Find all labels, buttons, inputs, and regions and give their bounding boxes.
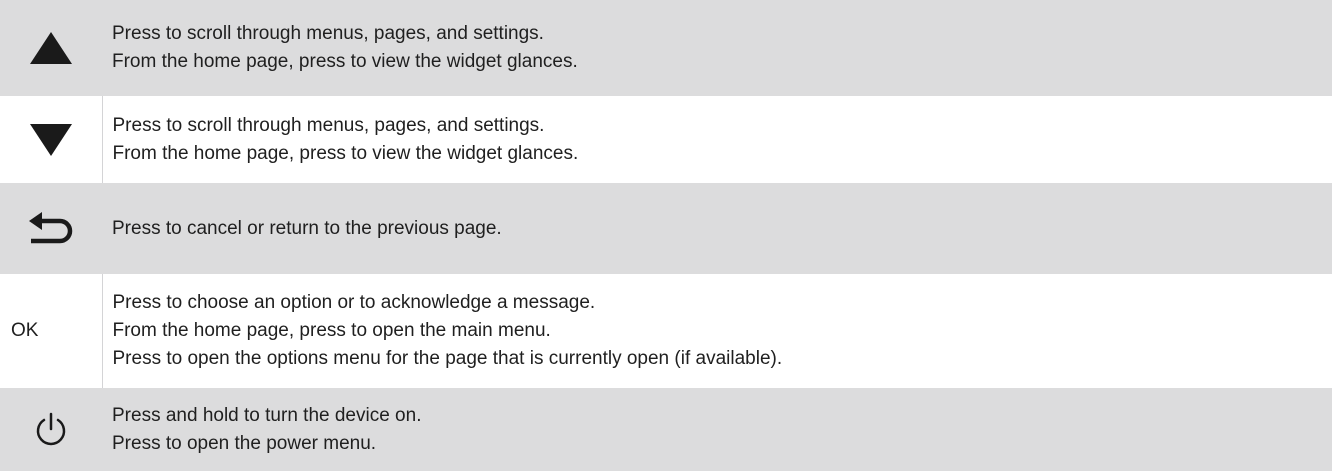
power-icon bbox=[36, 412, 66, 445]
description-line: Press to open the options menu for the p… bbox=[112, 348, 783, 369]
description-line: From the home page, press to view the wi… bbox=[112, 51, 578, 72]
table-row: Press to cancel or return to the previou… bbox=[0, 183, 1332, 274]
key-cell bbox=[0, 96, 103, 183]
table-row: Press and hold to turn the device on. Pr… bbox=[0, 388, 1332, 471]
description-line: Press to scroll through menus, pages, an… bbox=[112, 114, 545, 136]
table-row: OK Press to choose an option or to ackno… bbox=[0, 274, 1332, 388]
description-line: Press to open the power menu. bbox=[112, 432, 377, 454]
description-cell: Press to choose an option or to acknowle… bbox=[102, 274, 1332, 388]
description-cell: Press to scroll through menus, pages, an… bbox=[102, 96, 1332, 183]
button-reference-table: Press to scroll through menus, pages, an… bbox=[0, 0, 1332, 471]
description-cell: Press and hold to turn the device on. Pr… bbox=[102, 388, 1332, 471]
table-row: Press to scroll through menus, pages, an… bbox=[0, 96, 1332, 183]
key-cell bbox=[0, 388, 102, 471]
up-triangle-icon bbox=[30, 32, 72, 64]
table-row: Press to scroll through menus, pages, an… bbox=[0, 0, 1332, 96]
description-line: Press to scroll through menus, pages, an… bbox=[112, 23, 544, 44]
key-cell bbox=[0, 183, 102, 274]
description-cell: Press to cancel or return to the previou… bbox=[102, 183, 1332, 274]
back-arrow-icon bbox=[29, 211, 73, 243]
description-cell: Press to scroll through menus, pages, an… bbox=[102, 0, 1332, 96]
key-cell bbox=[0, 0, 102, 96]
description-line: Press and hold to turn the device on. bbox=[112, 404, 422, 426]
description-line: Press to cancel or return to the previou… bbox=[112, 217, 502, 239]
description-line: Press to choose an option or to acknowle… bbox=[112, 292, 596, 313]
ok-key-label: OK bbox=[0, 274, 103, 388]
down-triangle-icon bbox=[29, 123, 72, 156]
description-line: From the home page, press to view the wi… bbox=[112, 142, 579, 164]
description-line: From the home page, press to open the ma… bbox=[112, 320, 551, 341]
